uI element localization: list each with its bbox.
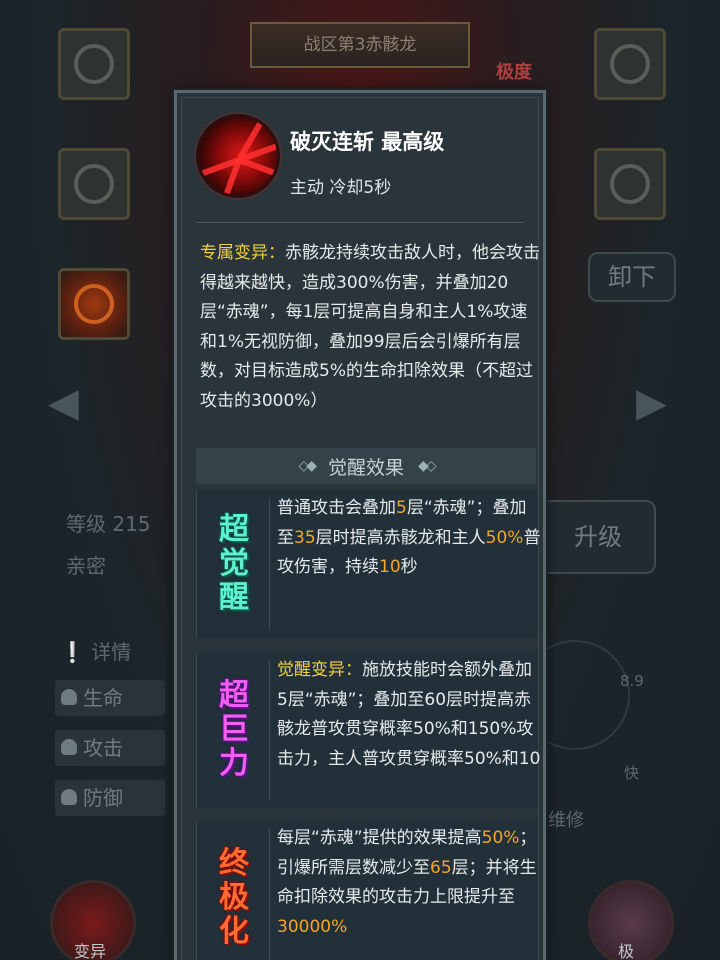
effect-text: 秒 bbox=[400, 557, 418, 577]
badge-char: 超 bbox=[219, 512, 249, 547]
highlight-value: 35 bbox=[294, 527, 316, 548]
mutation-text: 赤骸龙持续攻击敌人时，他会攻击得越来越快，造成300%伤害，并叠加20层“赤魂”… bbox=[200, 243, 540, 411]
badge-char: 终 bbox=[219, 846, 249, 881]
badge-char: 巨 bbox=[219, 712, 249, 747]
details-label: 详情 bbox=[91, 640, 132, 664]
fire-core-icon bbox=[74, 284, 114, 324]
awakening-card-3: 终极化 每层“赤魂”提供的效果提高50%；引爆所需层数减少至65层；并将生命扣除… bbox=[196, 820, 538, 960]
heart-icon bbox=[61, 689, 77, 705]
arrow-right-icon[interactable]: ▶ bbox=[636, 380, 667, 426]
effect-text: 每层“赤魂”提供的效果提高 bbox=[277, 828, 482, 848]
stat-attack: 攻击 bbox=[55, 730, 165, 766]
highlight-value: 50% bbox=[485, 527, 524, 548]
card-divider bbox=[269, 498, 270, 630]
ring-icon bbox=[610, 44, 650, 84]
stat-defense: 防御 bbox=[55, 780, 165, 816]
skill-tooltip: 破灭连斩 最高级 主动 冷却5秒 专属变异：赤骸龙持续攻击敌人时，他会攻击得越来… bbox=[172, 88, 548, 960]
super-awaken-badge: 超觉醒 bbox=[207, 498, 261, 630]
badge-char: 超 bbox=[219, 678, 249, 713]
equip-slot-claw[interactable] bbox=[58, 28, 130, 100]
stat-defense-label: 防御 bbox=[83, 786, 123, 810]
awakening-card-text: 每层“赤魂”提供的效果提高50%；引爆所需层数减少至65层；并将生命扣除效果的攻… bbox=[277, 824, 541, 942]
zone-banner: 战区第3赤骸龙 bbox=[250, 22, 470, 68]
ornament-right-icon: ◆◇ bbox=[418, 458, 436, 474]
equip-slot-ring[interactable] bbox=[594, 28, 666, 100]
sword-icon bbox=[61, 739, 77, 755]
intimacy-text: 亲密 bbox=[66, 554, 106, 578]
rarity-tag: 极度 bbox=[496, 62, 532, 83]
equip-slot-core[interactable] bbox=[58, 268, 130, 340]
equip-slot-helmet[interactable] bbox=[58, 148, 130, 220]
highlight-value: 65 bbox=[430, 857, 452, 878]
card-divider bbox=[269, 660, 270, 800]
unequip-button[interactable]: 卸下 bbox=[588, 252, 676, 302]
ornament-left-icon: ◇◆ bbox=[298, 458, 316, 474]
equip-slot-bracelet[interactable] bbox=[594, 148, 666, 220]
details-link[interactable]: ❕ 详情 bbox=[60, 636, 131, 665]
badge-char: 极 bbox=[219, 880, 249, 915]
bracelet-icon bbox=[610, 164, 650, 204]
claw-icon bbox=[74, 44, 114, 84]
awakening-header: ◇◆ 觉醒效果 ◆◇ bbox=[196, 448, 536, 484]
highlight-value: 30000% bbox=[277, 916, 348, 937]
card-divider bbox=[269, 828, 270, 960]
effect-text: 普通攻击会叠加 bbox=[277, 498, 396, 518]
ultimate-badge: 终极化 bbox=[207, 830, 261, 960]
mutation-label: 专属变异： bbox=[200, 243, 285, 263]
highlight-value: 5 bbox=[396, 498, 407, 518]
speed-label: 快 bbox=[624, 764, 640, 782]
stat-attack-label: 攻击 bbox=[83, 736, 123, 760]
level-text: 等级 215 bbox=[66, 512, 151, 536]
helmet-icon bbox=[74, 164, 114, 204]
info-icon: ❕ bbox=[60, 640, 85, 664]
stat-hp: 生命 bbox=[55, 680, 165, 716]
upgrade-button[interactable]: 升级 bbox=[540, 500, 656, 574]
skill-icon bbox=[196, 114, 280, 198]
badge-char: 觉 bbox=[219, 546, 249, 581]
effect-label: 觉醒变异： bbox=[277, 660, 362, 680]
super-power-badge: 超巨力 bbox=[207, 662, 261, 798]
skill-description: 专属变异：赤骸龙持续攻击敌人时，他会攻击得越来越快，造成300%伤害，并叠加20… bbox=[200, 239, 540, 416]
awakening-card-2: 超巨力 觉醒变异：施放技能时会额外叠加5层“赤魂”；叠加至60层时提高赤骸龙普攻… bbox=[196, 652, 541, 808]
skill-meta: 主动 冷却5秒 bbox=[290, 178, 392, 198]
badge-char: 醒 bbox=[219, 580, 249, 615]
divider bbox=[196, 222, 524, 223]
mutation-orb-label: 变异 bbox=[74, 942, 107, 960]
ultimate-orb-label: 极 bbox=[618, 942, 635, 960]
arrow-left-icon[interactable]: ◀ bbox=[48, 380, 79, 426]
awakening-card-text: 普通攻击会叠加5层“赤魂”；叠加至35层时提高赤骸龙和主人50%普攻伤害，持续1… bbox=[277, 494, 541, 583]
awakening-title: 觉醒效果 bbox=[327, 456, 404, 479]
skill-name: 破灭连斩 最高级 bbox=[290, 130, 445, 154]
highlight-value: 50% bbox=[481, 828, 520, 848]
tooltip-frame: 破灭连斩 最高级 主动 冷却5秒 专属变异：赤骸龙持续攻击敌人时，他会攻击得越来… bbox=[181, 97, 541, 960]
shield-icon bbox=[61, 789, 77, 805]
repair-label[interactable]: 维修 bbox=[548, 806, 584, 832]
badge-char: 力 bbox=[219, 746, 249, 781]
awakening-card-1: 超觉醒 普通攻击会叠加5层“赤魂”；叠加至35层时提高赤骸龙和主人50%普攻伤害… bbox=[196, 490, 541, 638]
badge-char: 化 bbox=[219, 914, 249, 949]
awakening-card-text: 觉醒变异：施放技能时会额外叠加5层“赤魂”；叠加至60层时提高赤骸龙普攻贯穿概率… bbox=[277, 656, 541, 774]
effect-text: 层时提高赤骸龙和主人 bbox=[315, 527, 486, 548]
highlight-value: 10 bbox=[379, 557, 401, 577]
score-value: 8.9 bbox=[620, 672, 644, 690]
stat-hp-label: 生命 bbox=[83, 686, 123, 710]
